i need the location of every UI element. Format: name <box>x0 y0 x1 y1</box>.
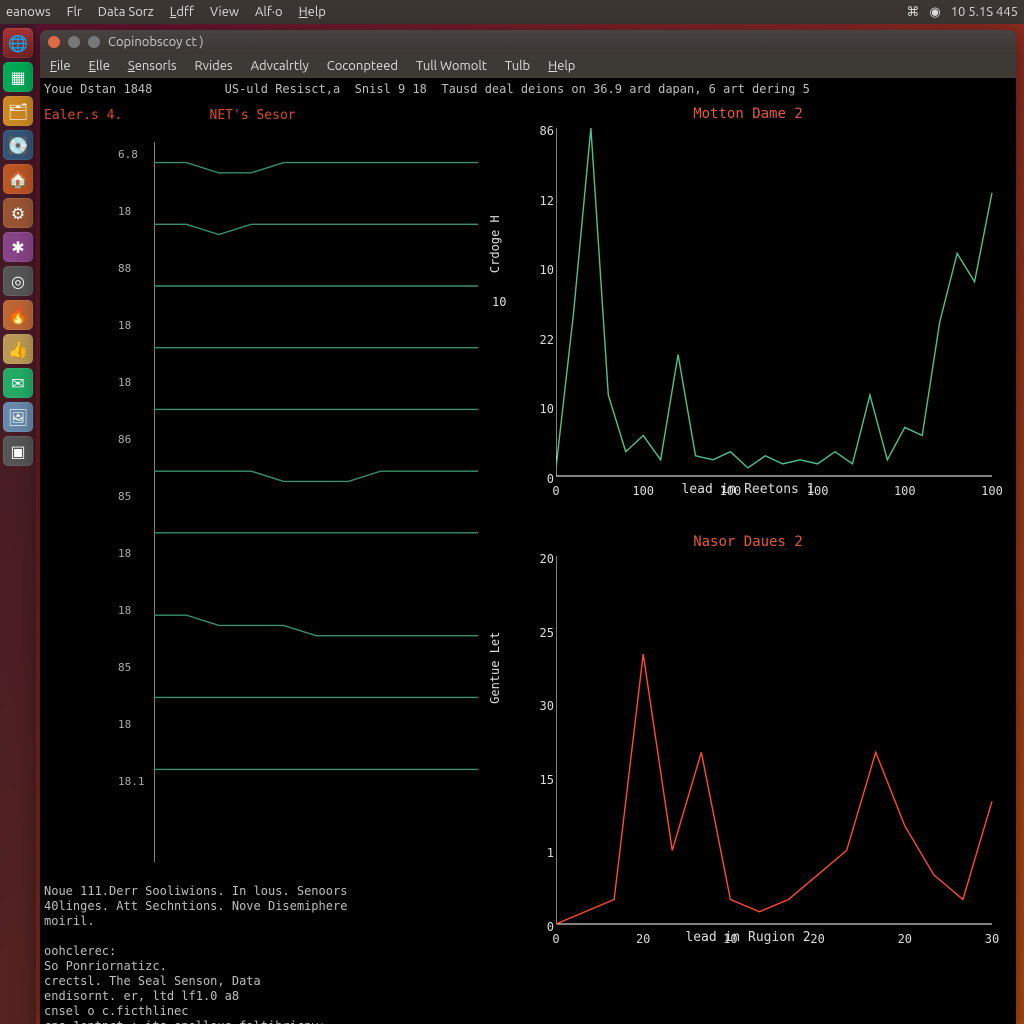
status-line: Youe Dstan 1848 US-uld Resisct,a Snisl 9… <box>44 82 1008 96</box>
tick-label: 85 <box>118 490 145 503</box>
tick-label: 12 <box>526 194 554 208</box>
plot-motton-dame: Motton Dame 2 Crdoge H 10 86121022100010… <box>492 106 1004 522</box>
launcher-terminal-icon[interactable]: ▣ <box>3 436 33 466</box>
plot2-ylabel: Gentue Let <box>488 632 502 704</box>
tick-label: 10 <box>723 932 737 946</box>
left-plot <box>154 142 478 862</box>
tick-label: 0 <box>526 472 554 486</box>
left-panel: Ealer.s 4. NET's Sesor 6.8 18 88 18 18 86 85 18… <box>44 108 484 878</box>
plot2-xlabel: lead in Rugion 2 <box>492 930 1004 945</box>
tick-label: 25 <box>526 626 554 640</box>
tick-label: 30 <box>985 932 999 946</box>
tick-label: 100 <box>894 484 916 498</box>
tick-label: 15 <box>526 773 554 787</box>
desktop: 🌐 ▦ 🗂 💽 🏠 ⚙ ✱ ◎ 🔥 👍 ✉ 🖼 ▣ Copinobscoy ct… <box>0 24 1024 1024</box>
tick-label: 100 <box>632 484 654 498</box>
tick-label: 10 <box>526 263 554 277</box>
tick-label: 85 <box>118 661 145 674</box>
plot1-svg <box>556 124 996 480</box>
menu-cocon[interactable]: Coconpteed <box>327 59 398 73</box>
tick-label: 18 <box>118 604 145 617</box>
tick-label: 0 <box>526 920 554 934</box>
tick-label: 20 <box>810 932 824 946</box>
tick-label: 30 <box>526 699 554 713</box>
tick-label: 86 <box>118 433 145 446</box>
tick-label: 20 <box>898 932 912 946</box>
minimize-icon[interactable] <box>68 36 80 48</box>
window-menubar: File Elle Sensorls Rvides Advcalrtly Coc… <box>40 54 1016 78</box>
network-icon[interactable]: ◉ <box>929 5 940 20</box>
launcher-photo-icon[interactable]: 🖼 <box>3 402 33 432</box>
tick-label: 88 <box>118 262 145 275</box>
launcher-puzzle-icon[interactable]: ✱ <box>3 232 33 262</box>
menu-file[interactable]: File <box>50 59 71 73</box>
plot-nasor-daues: Nasor Daues 2 Gentue Let 202530151002010… <box>492 534 1004 970</box>
left-yticks: 6.8 18 88 18 18 86 85 18 18 85 18 18.1 <box>118 148 145 788</box>
plot1-outer-y: 10 <box>492 295 506 309</box>
left-header-b: NET's Sesor <box>210 108 296 123</box>
tick-label: 18 <box>118 718 145 731</box>
tick-label: 18 <box>118 205 145 218</box>
console-output: Noue 111.Derr Sooliwions. In lous. Senoo… <box>44 884 484 1024</box>
menu-elle[interactable]: Elle <box>89 59 110 73</box>
menu-help[interactable]: Help <box>548 59 575 73</box>
launcher-home-icon[interactable]: 🏠 <box>3 164 33 194</box>
tick-label: 18.1 <box>118 775 145 788</box>
launcher-disk-icon[interactable]: 💽 <box>3 130 33 160</box>
tick-label: 20 <box>526 552 554 566</box>
launcher-apps-icon[interactable]: ▦ <box>3 62 33 92</box>
tick-label: 10 <box>526 402 554 416</box>
titlebar[interactable]: Copinobscoy ct ) <box>40 30 1016 54</box>
launcher-settings-icon[interactable]: ⚙ <box>3 198 33 228</box>
menu-rvides[interactable]: Rvides <box>195 59 233 73</box>
tick-label: 100 <box>807 484 829 498</box>
menu-item[interactable]: Ldff <box>170 5 194 19</box>
tick-label: 18 <box>118 319 145 332</box>
launcher-dock: 🌐 ▦ 🗂 💽 🏠 ⚙ ✱ ◎ 🔥 👍 ✉ 🖼 ▣ <box>0 24 36 1024</box>
left-header-a: Ealer.s 4. <box>44 108 122 123</box>
tick-label: 0 <box>552 932 559 946</box>
tick-label: 6.8 <box>118 148 145 161</box>
plot1-title: Motton Dame 2 <box>492 106 1004 122</box>
menu-sensors[interactable]: Sensorls <box>128 59 177 73</box>
tick-label: 20 <box>636 932 650 946</box>
tick-label: 18 <box>118 376 145 389</box>
tick-label: 86 <box>526 124 554 138</box>
menu-item[interactable]: eanows <box>6 5 51 19</box>
plot1-ylabel: Crdoge H <box>488 215 502 273</box>
window-title: Copinobscoy ct ) <box>108 35 204 49</box>
launcher-gear-icon[interactable]: ◎ <box>3 266 33 296</box>
launcher-globe-icon[interactable]: 🌐 <box>3 28 33 58</box>
launcher-mail-icon[interactable]: ✉ <box>3 368 33 398</box>
menu-adv[interactable]: Advcalrtly <box>251 59 309 73</box>
app-window: Copinobscoy ct ) File Elle Sensorls Rvid… <box>40 30 1016 1024</box>
tick-label: 1 <box>526 846 554 860</box>
menu-item[interactable]: Data Sorz <box>98 5 154 19</box>
launcher-files-icon[interactable]: 🗂 <box>3 96 33 126</box>
plot1-xlabel: lead in Reetons 1 <box>492 482 1004 497</box>
menu-tulb[interactable]: Tulb <box>505 59 530 73</box>
clock: 10 5.1S 445 <box>951 5 1018 19</box>
menu-item[interactable]: View <box>210 5 239 19</box>
menu-item[interactable]: Help <box>299 5 326 19</box>
tick-label: 18 <box>118 547 145 560</box>
share-icon[interactable]: ⌘ <box>906 5 919 20</box>
tick-label: 100 <box>720 484 742 498</box>
menu-item[interactable]: Flr <box>67 5 82 19</box>
launcher-hand-icon[interactable]: 👍 <box>3 334 33 364</box>
plot2-svg <box>556 552 996 928</box>
tick-label: 0 <box>552 484 559 498</box>
tick-label: 100 <box>981 484 1003 498</box>
menu-item[interactable]: Alf·o <box>255 5 283 19</box>
close-icon[interactable] <box>48 36 60 48</box>
menu-tull[interactable]: Tull Womolt <box>416 59 487 73</box>
tick-label: 22 <box>526 333 554 347</box>
content-area: Youe Dstan 1848 US-uld Resisct,a Snisl 9… <box>40 78 1016 1024</box>
maximize-icon[interactable] <box>88 36 100 48</box>
launcher-fire-icon[interactable]: 🔥 <box>3 300 33 330</box>
plot2-title: Nasor Daues 2 <box>492 534 1004 550</box>
desktop-menubar: eanows Flr Data Sorz Ldff View Alf·o Hel… <box>0 0 1024 24</box>
